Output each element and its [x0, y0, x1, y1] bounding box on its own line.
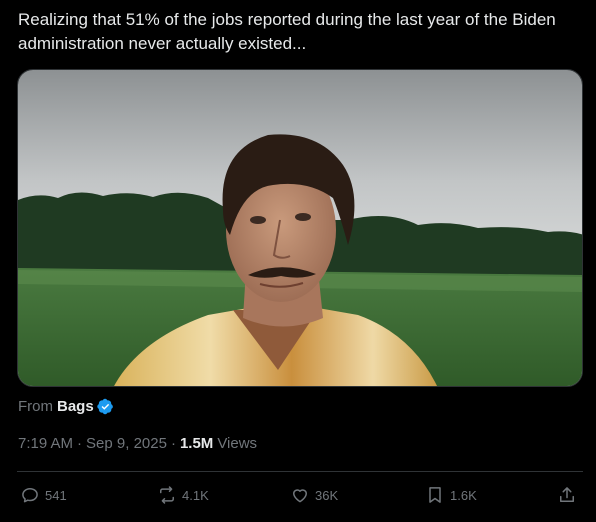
meta-separator: · — [77, 434, 83, 452]
reply-icon — [22, 488, 38, 503]
views-count: 1.5M — [179, 434, 214, 452]
tweet-date[interactable]: Sep 9, 2025 — [86, 435, 167, 452]
source-prefix: From — [18, 397, 53, 415]
like-button[interactable]: 36K — [290, 484, 338, 506]
heart-icon — [293, 489, 307, 503]
share-button[interactable] — [557, 484, 577, 506]
tweet-meta: 7:19 AM · Sep 9, 2025 · 1.5M Views — [18, 432, 257, 454]
repost-icon — [160, 486, 174, 504]
divider — [17, 471, 583, 472]
verified-badge-icon — [96, 398, 114, 415]
bookmark-button[interactable]: 1.6K — [425, 484, 477, 506]
reply-button[interactable]: 541 — [20, 484, 67, 506]
source-name[interactable]: Bags — [57, 398, 94, 415]
tweet-media-image[interactable] — [17, 69, 583, 387]
media-illustration — [18, 70, 582, 386]
views-label: Views — [217, 434, 258, 452]
bookmark-count: 1.6K — [450, 487, 477, 503]
tweet-time[interactable]: 7:19 AM — [18, 435, 73, 452]
like-count: 36K — [315, 487, 339, 503]
meta-separator: · — [170, 434, 176, 452]
repost-count: 4.1K — [182, 487, 209, 503]
share-icon — [560, 487, 574, 502]
tweet-text: Realizing that 51% of the jobs reported … — [18, 10, 556, 53]
source-attribution: From Bags — [18, 395, 114, 417]
repost-button[interactable]: 4.1K — [157, 484, 209, 506]
reply-count: 541 — [45, 487, 67, 503]
bookmark-icon — [429, 487, 441, 503]
